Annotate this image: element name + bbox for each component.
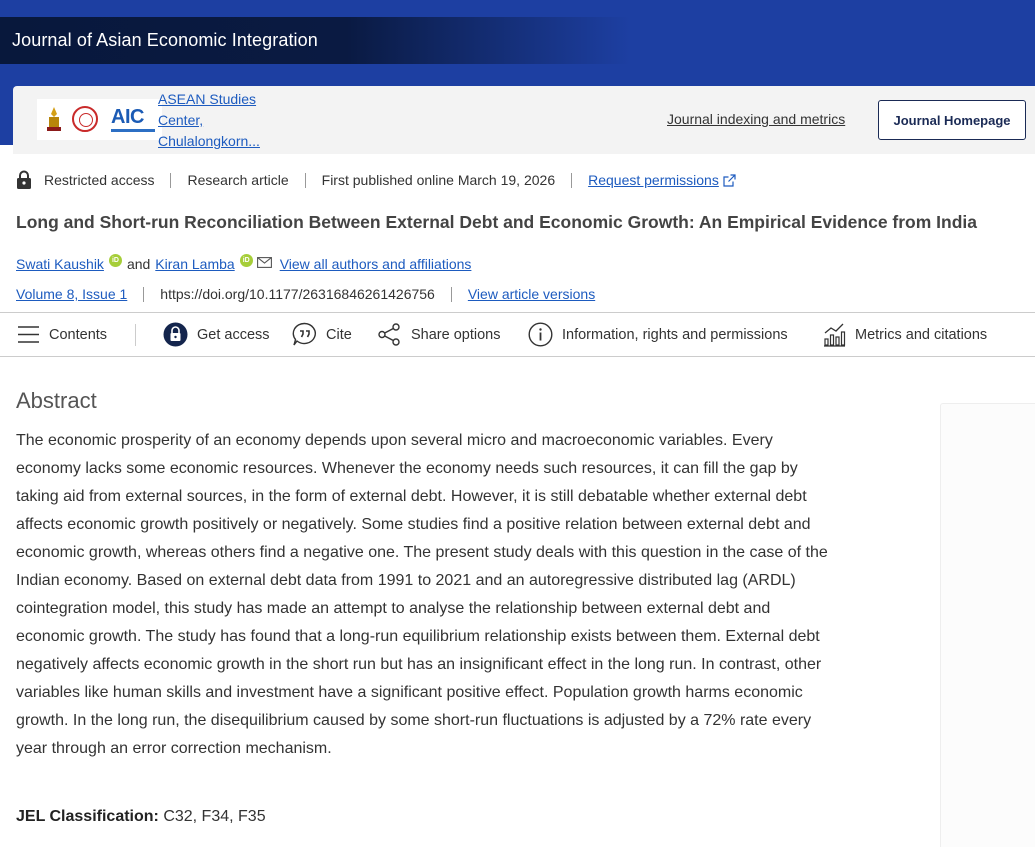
publisher-link[interactable]: ASEAN Studies Center, Chulalongkorn... bbox=[158, 89, 278, 152]
get-access-label: Get access bbox=[197, 326, 270, 343]
jel-codes: C32, F34, F35 bbox=[163, 808, 266, 825]
get-access-button[interactable]: Get access bbox=[163, 313, 270, 356]
article-meta-row: Restricted access Research article First… bbox=[16, 170, 736, 190]
authors-row: Swati Kaushik iD and Kiran Lamba iD View… bbox=[16, 253, 472, 274]
divider bbox=[571, 172, 573, 188]
information-button[interactable]: Information, rights and permissions bbox=[528, 313, 788, 356]
publisher-link-line: ASEAN Studies bbox=[158, 91, 257, 107]
mail-icon[interactable] bbox=[256, 256, 272, 268]
list-icon bbox=[18, 326, 39, 343]
volume-issue-link[interactable]: Volume 8, Issue 1 bbox=[16, 286, 127, 302]
orcid-icon[interactable]: iD bbox=[108, 253, 122, 267]
author-conjunction: and bbox=[126, 256, 151, 272]
view-all-authors-link[interactable]: View all authors and affiliations bbox=[280, 256, 472, 272]
contents-button[interactable]: Contents bbox=[17, 313, 107, 356]
logo-underline bbox=[111, 129, 155, 132]
bar-chart-icon bbox=[824, 323, 846, 347]
access-status: Restricted access bbox=[44, 172, 155, 188]
author-link[interactable]: Kiran Lamba bbox=[155, 256, 234, 272]
divider bbox=[450, 286, 452, 302]
information-label: Information, rights and permissions bbox=[562, 326, 788, 343]
contents-label: Contents bbox=[49, 326, 108, 343]
article-title: Long and Short-run Reconciliation Betwee… bbox=[16, 212, 978, 232]
cite-button[interactable]: Cite bbox=[292, 313, 352, 356]
lock-icon bbox=[17, 170, 31, 189]
emblem-icon bbox=[47, 107, 61, 131]
abstract-heading: Abstract bbox=[16, 388, 97, 413]
jel-classification: JEL Classification: C32, F34, F35 bbox=[16, 808, 266, 826]
aic-logo-text: AIC bbox=[111, 106, 144, 128]
side-panel bbox=[940, 403, 1035, 847]
journal-homepage-button[interactable]: Journal Homepage bbox=[878, 100, 1026, 140]
jel-label: JEL Classification: bbox=[16, 808, 159, 825]
share-options-label: Share options bbox=[411, 326, 501, 343]
article-toolbar: Contents Get access Cite Share options I… bbox=[0, 312, 1035, 357]
lock-icon bbox=[163, 322, 188, 347]
share-options-button[interactable]: Share options bbox=[377, 313, 500, 356]
metrics-label: Metrics and citations bbox=[855, 326, 988, 343]
cite-label: Cite bbox=[326, 326, 352, 343]
author-link[interactable]: Swati Kaushik bbox=[16, 256, 104, 272]
divider bbox=[304, 172, 306, 188]
share-icon bbox=[378, 323, 400, 346]
article-versions-link[interactable]: View article versions bbox=[468, 286, 595, 302]
toolbar-divider bbox=[135, 324, 136, 346]
journal-title[interactable]: Journal of Asian Economic Integration bbox=[12, 30, 318, 51]
divider bbox=[170, 172, 172, 188]
citation-row: Volume 8, Issue 1 https://doi.org/10.117… bbox=[16, 284, 595, 304]
abstract-text: The economic prosperity of an economy de… bbox=[16, 432, 828, 757]
request-permissions-link[interactable]: Request permissions bbox=[588, 172, 719, 188]
quote-bubble-icon bbox=[292, 322, 316, 346]
seal-icon bbox=[72, 106, 98, 132]
journal-indexing-link[interactable]: Journal indexing and metrics bbox=[667, 111, 845, 127]
doi-text: https://doi.org/10.1177/2631684626142675… bbox=[160, 286, 435, 302]
divider bbox=[143, 286, 145, 302]
publication-date: First published online March 19, 2026 bbox=[321, 172, 556, 188]
article-type: Research article bbox=[187, 172, 289, 188]
journal-info-card: AIC ASEAN Studies Center, Chulalongkorn.… bbox=[13, 86, 1035, 154]
publisher-link-line: Center, bbox=[158, 112, 204, 128]
publisher-logo[interactable]: AIC bbox=[37, 99, 162, 140]
orcid-icon[interactable]: iD bbox=[239, 253, 253, 267]
metrics-button[interactable]: Metrics and citations bbox=[822, 313, 987, 356]
publisher-link-line: Chulalongkorn... bbox=[158, 133, 260, 149]
external-link-icon[interactable] bbox=[723, 173, 736, 187]
info-icon bbox=[528, 322, 553, 347]
